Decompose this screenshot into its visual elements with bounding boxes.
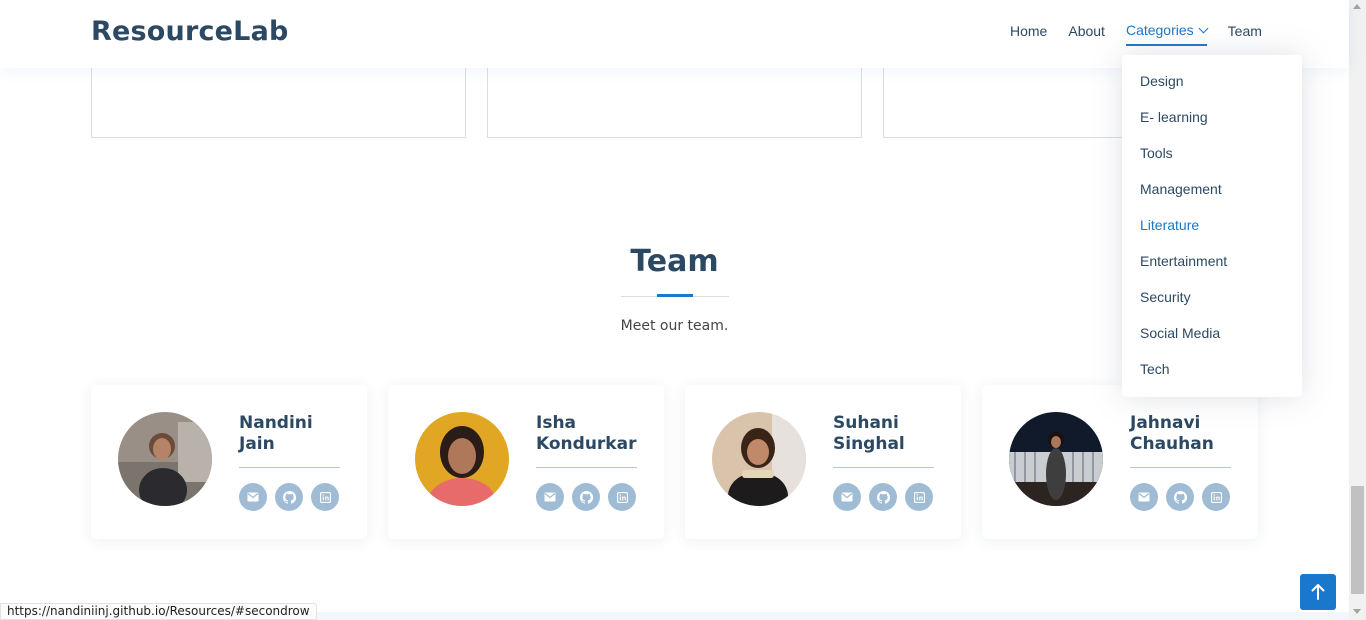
nav-categories-label: Categories [1125,22,1194,38]
social-links [833,483,933,511]
github-icon[interactable] [275,483,303,511]
team-member-card: Nandini Jain [91,385,367,539]
dropdown-item-e-learning[interactable]: E- learning [1122,99,1302,135]
linkedin-icon[interactable] [311,483,339,511]
member-name: Suhani Singhal [833,413,905,454]
avatar [415,412,509,506]
scroll-down-icon[interactable] [1353,609,1361,614]
social-links [536,483,636,511]
team-member-card: Isha Kondurkar [388,385,664,539]
member-divider [536,467,637,468]
mail-icon[interactable] [1130,483,1158,511]
mail-icon[interactable] [833,483,861,511]
dropdown-item-social-media[interactable]: Social Media [1122,315,1302,351]
dropdown-item-security[interactable]: Security [1122,279,1302,315]
nav-categories[interactable]: Categories [1125,22,1209,46]
scroll-up-icon[interactable] [1353,4,1361,9]
member-divider [239,467,340,468]
dropdown-item-design[interactable]: Design [1122,63,1302,99]
linkedin-icon[interactable] [1202,483,1230,511]
member-divider [833,467,934,468]
dropdown-item-tools[interactable]: Tools [1122,135,1302,171]
member-name: Jahnavi Chauhan [1130,413,1214,454]
dropdown-item-tech[interactable]: Tech [1122,351,1302,387]
status-bar-url: https://nandiniinj.github.io/Resources/#… [0,603,317,620]
back-to-top-button[interactable] [1300,574,1336,610]
dropdown-item-entertainment[interactable]: Entertainment [1122,243,1302,279]
github-icon[interactable] [572,483,600,511]
social-links [239,483,339,511]
nav-team[interactable]: Team [1228,22,1262,46]
mail-icon[interactable] [536,483,564,511]
member-name: Isha Kondurkar [536,413,637,454]
avatar [712,412,806,506]
team-member-card: Jahnavi Chauhan [982,385,1258,539]
arrow-up-icon [1311,584,1325,600]
scrollbar-thumb[interactable] [1351,486,1364,594]
avatar [118,412,212,506]
social-links [1130,483,1230,511]
mail-icon[interactable] [239,483,267,511]
main-nav: Home About Categories Team [1010,22,1283,46]
avatar [1009,412,1103,506]
github-icon[interactable] [869,483,897,511]
nav-home[interactable]: Home [1010,22,1047,46]
dropdown-item-literature[interactable]: Literature [1122,207,1302,243]
chevron-down-icon [1198,23,1209,33]
title-accent-bar [657,294,693,297]
member-divider [1130,467,1231,468]
team-member-card: Suhani Singhal [685,385,961,539]
nav-about[interactable]: About [1068,22,1105,46]
github-icon[interactable] [1166,483,1194,511]
member-name: Nandini Jain [239,413,313,454]
scrollbar[interactable] [1349,0,1366,620]
dropdown-item-management[interactable]: Management [1122,171,1302,207]
site-logo[interactable]: ResourceLab [91,16,289,47]
categories-dropdown: Design E- learning Tools Management Lite… [1122,55,1302,397]
linkedin-icon[interactable] [608,483,636,511]
linkedin-icon[interactable] [905,483,933,511]
